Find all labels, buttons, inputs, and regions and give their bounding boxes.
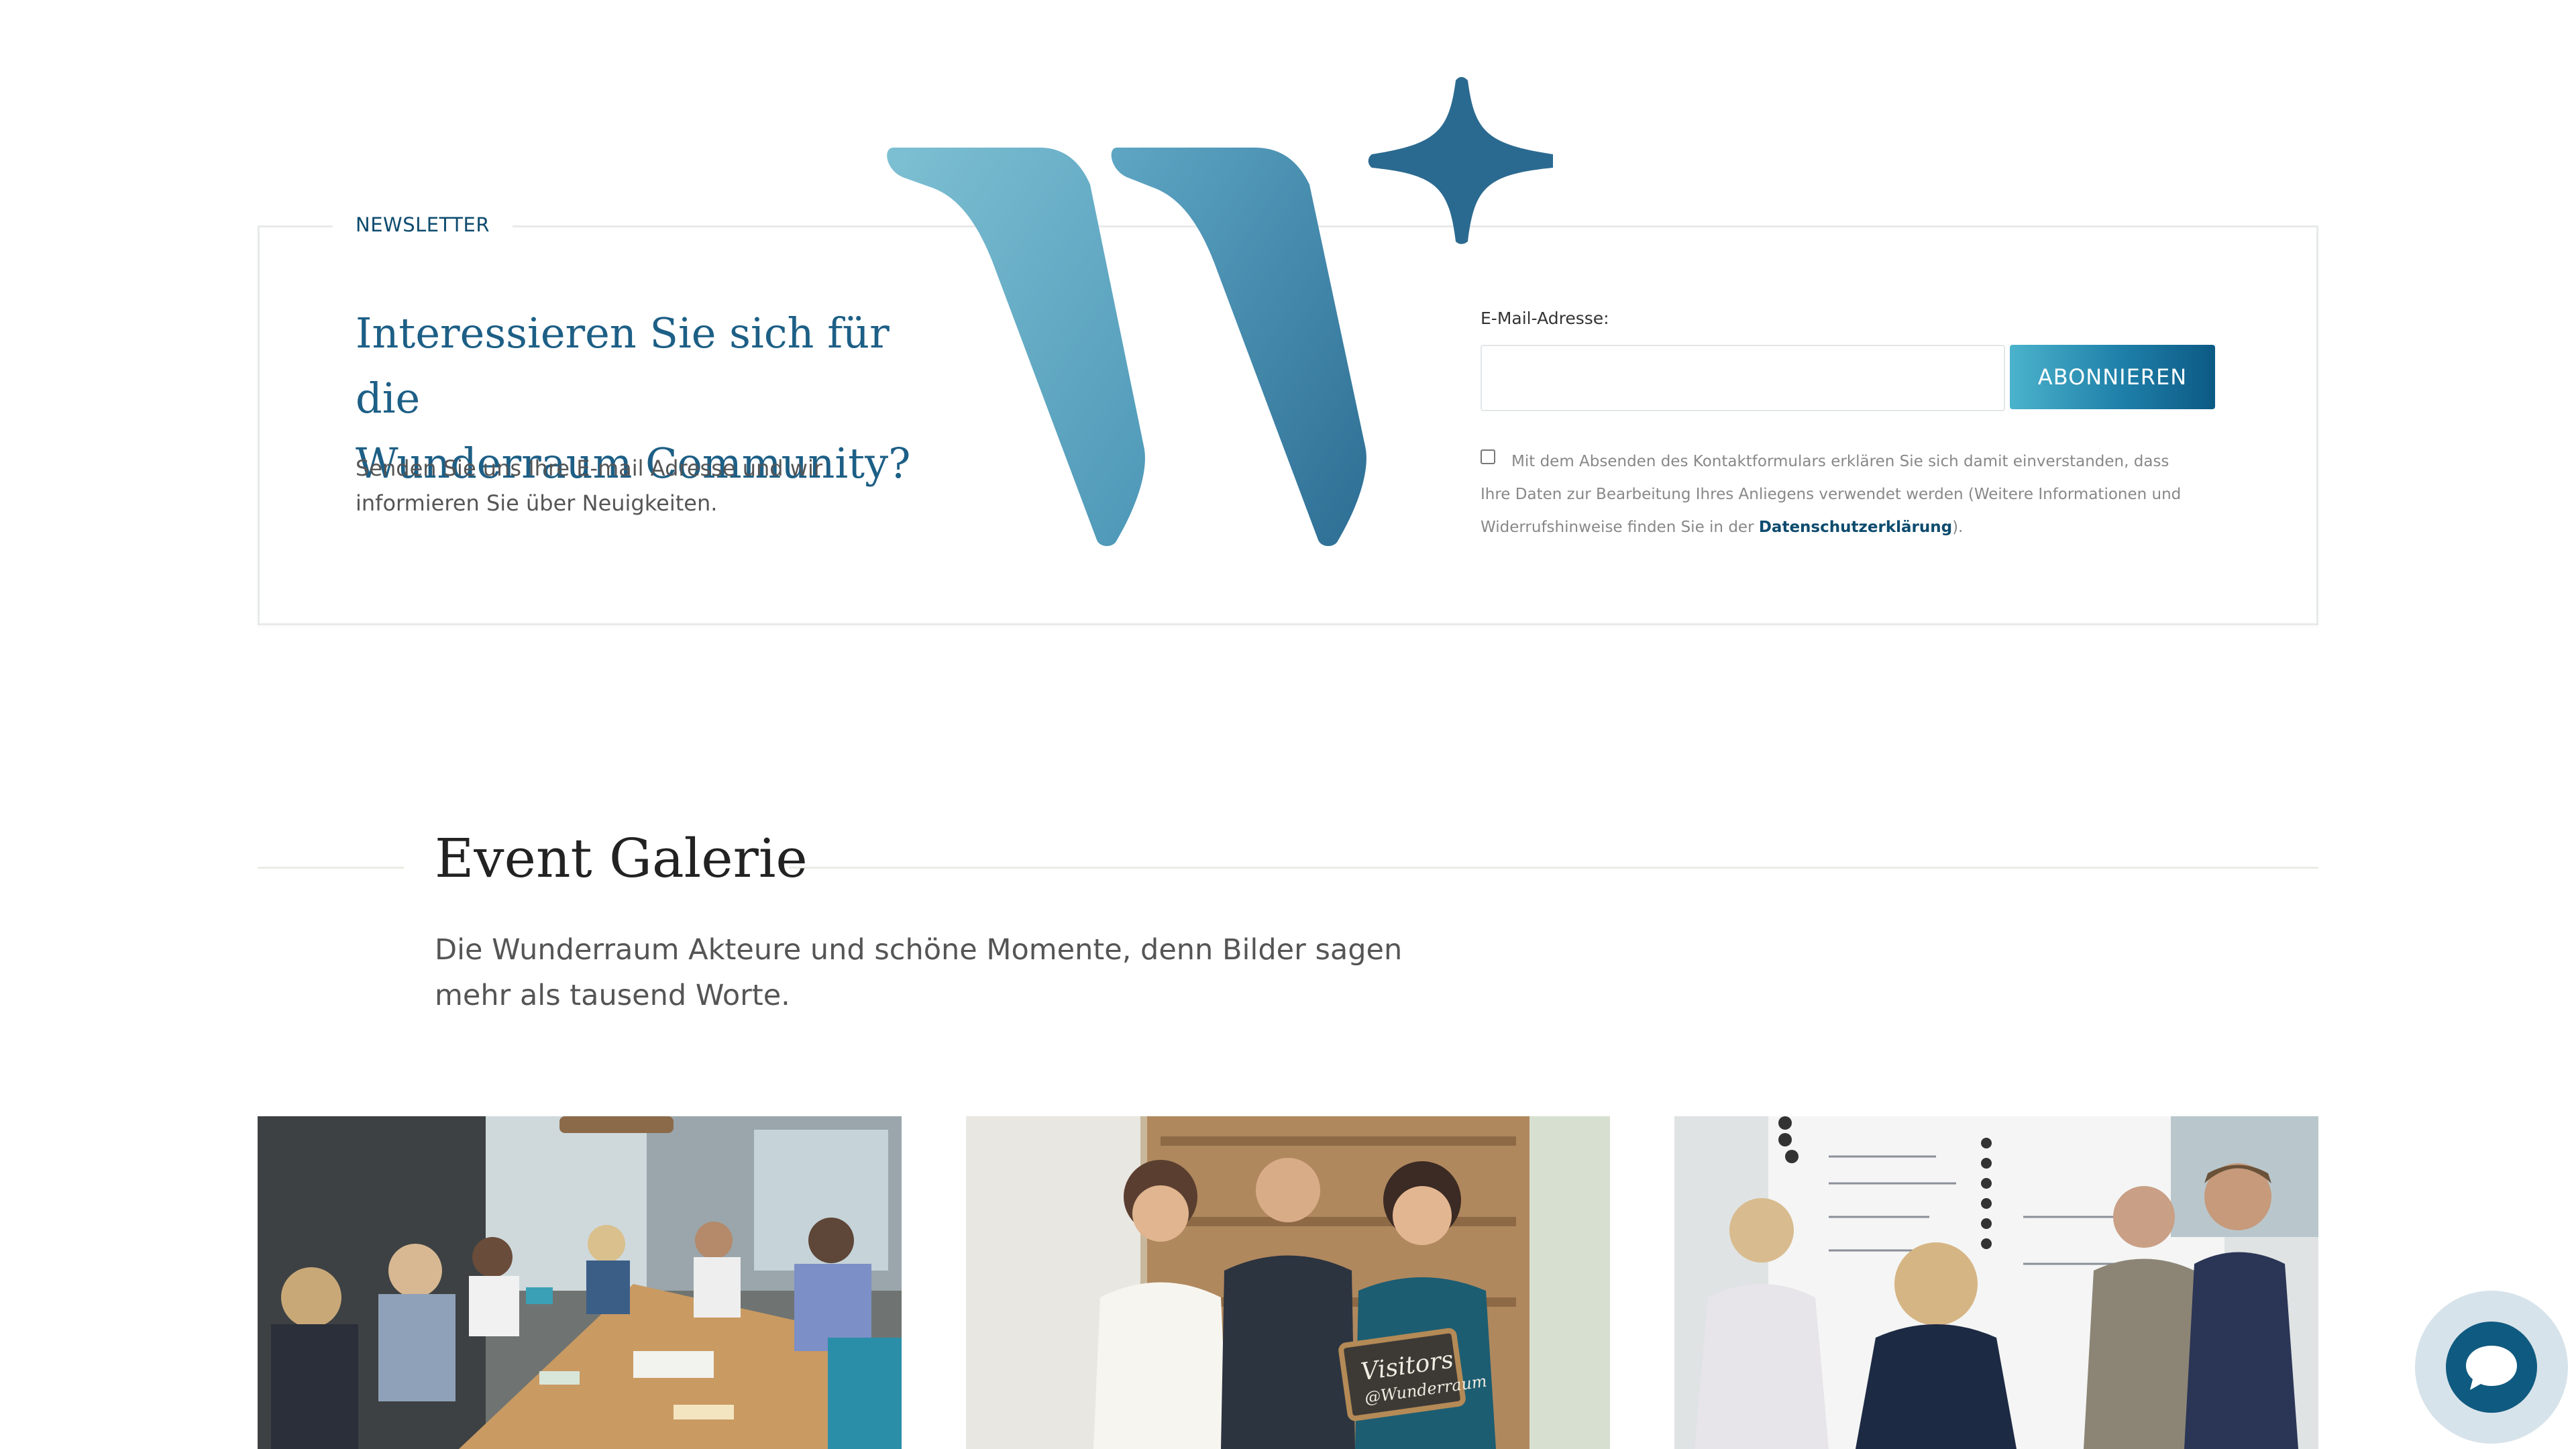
gallery-photo-1[interactable]	[258, 1116, 902, 1449]
meeting-table-photo	[258, 1116, 902, 1449]
chat-widget-button[interactable]	[2415, 1291, 2568, 1444]
whiteboard-discussion-photo	[1674, 1116, 2318, 1449]
consent-end: ).	[1952, 519, 1964, 536]
chat-widget-inner	[2446, 1322, 2537, 1413]
gallery-divider-right	[789, 867, 2318, 869]
subscribe-button[interactable]: ABONNIEREN	[2010, 345, 2215, 409]
gallery-subtitle: Die Wunderraum Akteure und schöne Moment…	[435, 933, 1403, 1012]
gallery-title: Event Galerie	[435, 827, 808, 890]
logo-stroke-right	[1111, 148, 1366, 546]
gallery-divider-left	[258, 867, 404, 869]
wunderraum-logo	[887, 76, 1553, 546]
email-label: E-Mail-Adresse:	[1481, 309, 1609, 328]
consent-text: Mit dem Absenden des Kontaktformulars er…	[1481, 445, 2198, 544]
newsletter-heading-line1: Interessieren Sie sich für die	[356, 309, 890, 423]
sparkle-icon	[1368, 76, 1553, 244]
gallery-photo-2[interactable]: Visitors @Wunderraum	[966, 1116, 1610, 1449]
three-people-chalkboard-photo: Visitors @Wunderraum	[966, 1116, 1610, 1449]
chat-bubble-icon	[2466, 1346, 2517, 1390]
privacy-policy-link[interactable]: Datenschutzerklärung	[1759, 519, 1952, 536]
newsletter-legend: NEWSLETTER	[333, 213, 513, 236]
gallery-photo-3[interactable]	[1674, 1116, 2318, 1449]
newsletter-description: Senden Sie uns Ihre E-mail Adresse und w…	[356, 455, 822, 516]
logo-stroke-left	[887, 148, 1145, 546]
